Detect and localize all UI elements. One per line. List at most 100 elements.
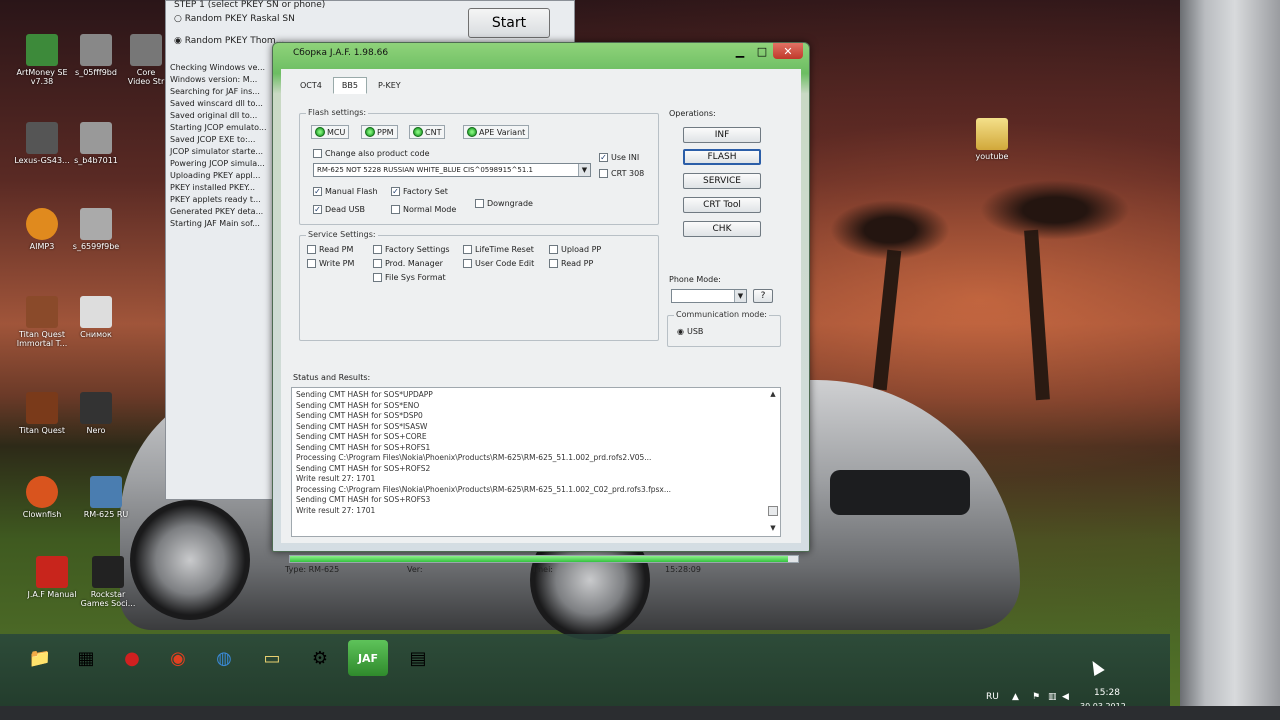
chk-button[interactable]: CHK [683,221,761,237]
palm-tree-crown [830,200,950,260]
downgrade-checkbox[interactable]: Downgrade [475,199,533,208]
explorer-icon[interactable]: ▭ [252,640,292,676]
factory-set-checkbox[interactable]: ✓ Factory Set [391,187,448,196]
desktop-icon-youtube[interactable]: youtube [962,118,1022,161]
phone-mode-help-button[interactable]: ? [753,289,773,303]
tray-up-icon[interactable]: ▲ [1012,692,1019,702]
led-mcu[interactable]: MCU [311,125,350,139]
tab-pkey[interactable]: P-KEY [369,77,410,94]
folder-icon[interactable]: 📁 [20,640,60,676]
minimize-button[interactable]: ▁ [729,43,751,59]
scroll-thumb[interactable] [768,506,778,516]
file-sys-format-checkbox[interactable]: File Sys Format [373,273,446,282]
log-line: Starting JCOP emulato... [170,123,267,132]
led-cnt[interactable]: CNT [409,125,446,139]
use-ini-checkbox[interactable]: ✓ Use INI [599,153,639,162]
desktop-icon-clownfish[interactable]: Clownfish [12,476,72,519]
crt-308-checkbox[interactable]: CRT 308 [599,169,644,178]
tools-icon[interactable]: ⚙ [300,640,340,676]
desktop-icon-artmoney[interactable]: ArtMoney SE v7.38 [12,34,72,86]
read-pm-checkbox[interactable]: Read PM [307,245,353,254]
flag-icon[interactable]: ⚑ [1032,692,1040,702]
user-code-edit-checkbox[interactable]: User Code Edit [463,259,534,268]
write-pm-checkbox[interactable]: Write PM [307,259,354,268]
tab-oct4[interactable]: OCT4 [291,77,331,94]
desktop-icon-label: s_b4b7011 [74,156,118,165]
usb-radio[interactable]: ◉ USB [677,327,703,336]
checkbox-icon [599,169,608,178]
product-code-select[interactable]: RM-625 NOT 5228 RUSSIAN WHITE_BLUE CIS^0… [313,163,591,177]
desktop-icon-rm625[interactable]: RM-625 RU [76,476,136,519]
dead-usb-checkbox[interactable]: ✓ Dead USB [313,205,365,214]
log-line: Processing C:\Program Files\Nokia\Phoeni… [296,453,652,462]
led-indicator-icon [413,127,423,137]
desktop-icon-snapshot[interactable]: Снимок [66,296,126,339]
desktop-icon-titanquest-immortal[interactable]: Titan Quest Immortal T... [12,296,72,348]
start-button[interactable]: Start [468,8,550,38]
desktop-icon-titanquest[interactable]: Titan Quest [12,392,72,435]
desktop-icon-sb4[interactable]: s_b4b7011 [66,122,126,165]
desktop-icon-aimp[interactable]: AIMP3 [12,208,72,251]
inf-button[interactable]: INF [683,127,761,143]
scroll-up-icon[interactable]: ▲ [768,390,778,400]
red-app-icon[interactable]: ● [112,640,152,676]
jaf-body: OCT4 BB5 P-KEY Flash settings: MCU PPM C… [281,69,801,574]
log-line: Saved winscard dll to... [170,99,263,108]
desktop-icon-nero[interactable]: Nero [66,392,126,435]
taskbar-jaf-button[interactable]: JAF [348,640,388,676]
radio-random-pkey-raskal[interactable]: ○ Random PKEY Raskal SN [174,14,295,24]
network-icon[interactable]: ▥ [1048,692,1057,702]
checkbox-label: User Code Edit [475,259,535,268]
status-log[interactable]: Sending CMT HASH for SOS*UPDAPP Sending … [291,387,781,537]
led-ape-variant[interactable]: APE Variant [463,125,530,139]
tab-bb5[interactable]: BB5 [332,77,367,94]
scroll-down-icon[interactable]: ▼ [768,524,778,534]
radio-selected-icon: ◉ [677,327,684,336]
crt-tool-button[interactable]: CRT Tool [683,197,761,213]
change-product-code-checkbox[interactable]: Change also product code [313,149,430,158]
desktop-icon-label: AIMP3 [29,242,55,251]
checkbox-checked-icon: ✓ [313,187,322,196]
read-pp-checkbox[interactable]: Read PP [549,259,593,268]
close-button[interactable]: ✕ [773,43,803,59]
maximize-button[interactable]: □ [751,43,773,59]
product-code-value: RM-625 NOT 5228 RUSSIAN WHITE_BLUE CIS^0… [317,166,533,174]
radio-random-pkey-thom[interactable]: ◉ Random PKEY Thom... [174,36,284,46]
phone-mode-select[interactable]: ▼ [671,289,747,303]
status-ver: Ver: [407,565,423,574]
desktop-icon-s65[interactable]: s_6599f9be [66,208,126,251]
log-line: Sending CMT HASH for SOS+ROFS3 [296,495,431,504]
log-line: Checking Windows ve... [170,63,266,72]
factory-settings-checkbox[interactable]: Factory Settings [373,245,450,254]
volume-icon[interactable]: ◀ [1062,692,1069,702]
jaf-window[interactable]: Сборка J.A.F. 1.98.66 ▁ □ ✕ OCT4 BB5 P-K… [272,42,810,574]
lifetime-reset-checkbox[interactable]: LifeTime Reset [463,245,534,254]
prod-manager-checkbox[interactable]: Prod. Manager [373,259,443,268]
log-line: Sending CMT HASH for SOS+ROFS2 [296,463,431,473]
desktop-icon-corevideo[interactable]: Core Video Str [126,34,166,86]
upload-pp-checkbox[interactable]: Upload PP [549,245,601,254]
calculator-icon[interactable]: ▤ [398,640,438,676]
chevron-down-icon: ▼ [578,164,590,176]
window-title: Сборка J.A.F. 1.98.66 [293,48,389,58]
normal-mode-checkbox[interactable]: Normal Mode [391,205,456,214]
log-line: Write result 27: 1701 [296,474,376,483]
flash-button[interactable]: FLASH [683,149,761,165]
globe-icon[interactable]: ◍ [204,640,244,676]
status-type: Type: RM-625 [285,565,340,574]
desktop-icon-jaf-manual[interactable]: J.A.F Manual [22,556,82,599]
desktop-icon-label: youtube [975,152,1009,161]
progress-fill [290,556,788,562]
browser-icon[interactable]: ◉ [158,640,198,676]
service-button[interactable]: SERVICE [683,173,761,189]
led-ppm[interactable]: PPM [361,125,398,139]
log-line: Sending CMT HASH for SOS*DSP0 [296,411,423,420]
manual-flash-checkbox[interactable]: ✓ Manual Flash [313,187,378,196]
desktop-icon-s05[interactable]: s_05fff9bd [66,34,126,77]
language-indicator[interactable]: RU [986,692,999,702]
clock-time[interactable]: 15:28 [1094,688,1120,698]
app-icon[interactable]: ▦ [66,640,106,676]
tab-bar: OCT4 BB5 P-KEY [291,77,410,94]
desktop-icon-lexus[interactable]: Lexus-GS43... [12,122,72,165]
desktop-icon-rockstar[interactable]: Rockstar Games Soci... [78,556,138,608]
